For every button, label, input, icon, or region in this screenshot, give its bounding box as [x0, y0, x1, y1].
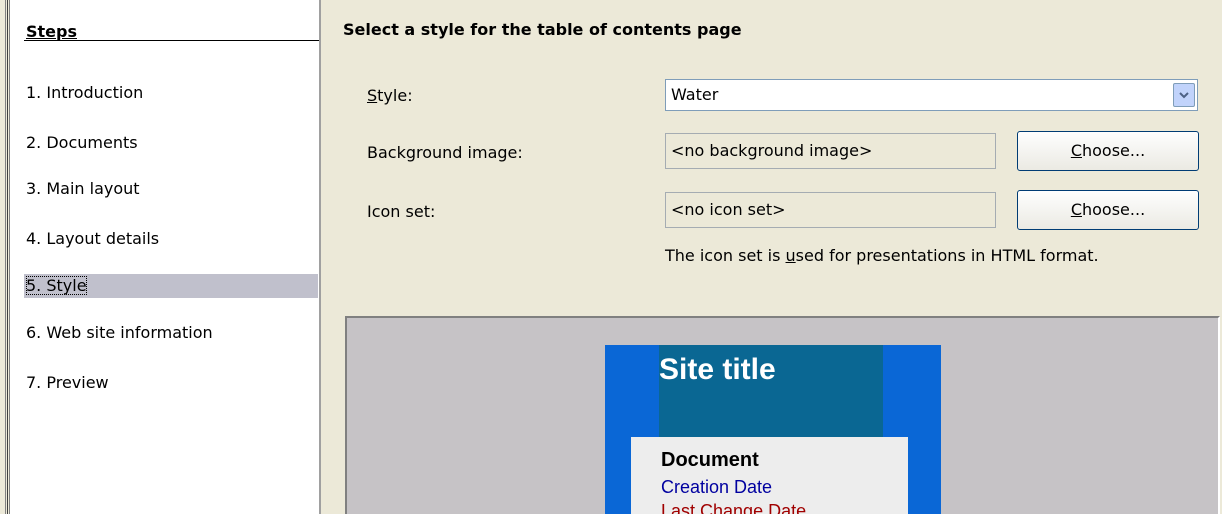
icon-set-field: <no icon set>: [665, 192, 996, 228]
background-image-label: Background image:: [367, 143, 523, 162]
button-mnemonic: C: [1070, 200, 1082, 219]
background-image-field: <no background image>: [665, 133, 996, 169]
icon-set-label: Icon set:: [367, 202, 436, 221]
hint-text: The icon set is: [665, 246, 786, 265]
step-documents[interactable]: 2. Documents: [24, 131, 318, 155]
window-left-edge: [0, 0, 10, 514]
icon-set-hint: The icon set is used for presentations i…: [665, 246, 1099, 265]
preview-site-title: Site title: [659, 353, 776, 386]
choose-icon-set-button[interactable]: Choose...: [1017, 190, 1199, 230]
step-preview[interactable]: 7. Preview: [24, 371, 318, 395]
step-introduction[interactable]: 1. Introduction: [24, 81, 318, 105]
preview-header: Site title: [659, 345, 883, 437]
choose-background-image-button[interactable]: Choose...: [1017, 131, 1199, 171]
step-layout-details[interactable]: 4. Layout details: [24, 227, 318, 251]
steps-sidebar: Steps 1. Introduction 2. Documents 3. Ma…: [10, 0, 321, 514]
main-panel: Select a style for the table of contents…: [323, 0, 1222, 514]
icon-set-value: <no icon set>: [671, 200, 786, 219]
step-main-layout[interactable]: 3. Main layout: [24, 177, 318, 201]
style-label: Style:: [367, 86, 413, 105]
style-label-mnemonic: S: [367, 86, 378, 105]
preview-document-label: Document: [661, 449, 759, 471]
step-style[interactable]: 5. Style: [24, 274, 318, 298]
steps-divider: [24, 40, 319, 41]
style-select-value: Water: [671, 85, 719, 104]
step-label: 2. Documents: [26, 133, 138, 152]
button-label: hoose...: [1082, 141, 1146, 160]
step-label: 4. Layout details: [26, 229, 160, 248]
step-label: 5. Style: [26, 276, 87, 295]
style-select[interactable]: Water: [665, 79, 1198, 111]
hint-text: sed for presentations in HTML format.: [795, 246, 1099, 265]
preview-page: Site title Document Creation Date Last C…: [605, 345, 941, 514]
preview-last-change-date: Last Change Date: [661, 501, 807, 514]
chevron-down-icon[interactable]: [1173, 83, 1195, 107]
background-image-value: <no background image>: [671, 141, 873, 160]
style-label-text: tyle:: [377, 86, 413, 105]
preview-creation-date: Creation Date: [661, 477, 773, 497]
step-label: 1. Introduction: [26, 83, 144, 102]
page-title: Select a style for the table of contents…: [343, 20, 742, 39]
hint-mnemonic: u: [785, 246, 796, 265]
button-label: hoose...: [1082, 200, 1146, 219]
button-mnemonic: C: [1070, 141, 1082, 160]
step-label: 3. Main layout: [26, 179, 140, 198]
style-preview: Site title Document Creation Date Last C…: [345, 316, 1220, 514]
preview-body: Document Creation Date Last Change Date: [631, 437, 908, 514]
step-label: 6. Web site information: [26, 323, 213, 342]
steps-heading: Steps: [26, 22, 77, 41]
step-label: 7. Preview: [26, 373, 109, 392]
step-web-site-information[interactable]: 6. Web site information: [24, 321, 318, 345]
